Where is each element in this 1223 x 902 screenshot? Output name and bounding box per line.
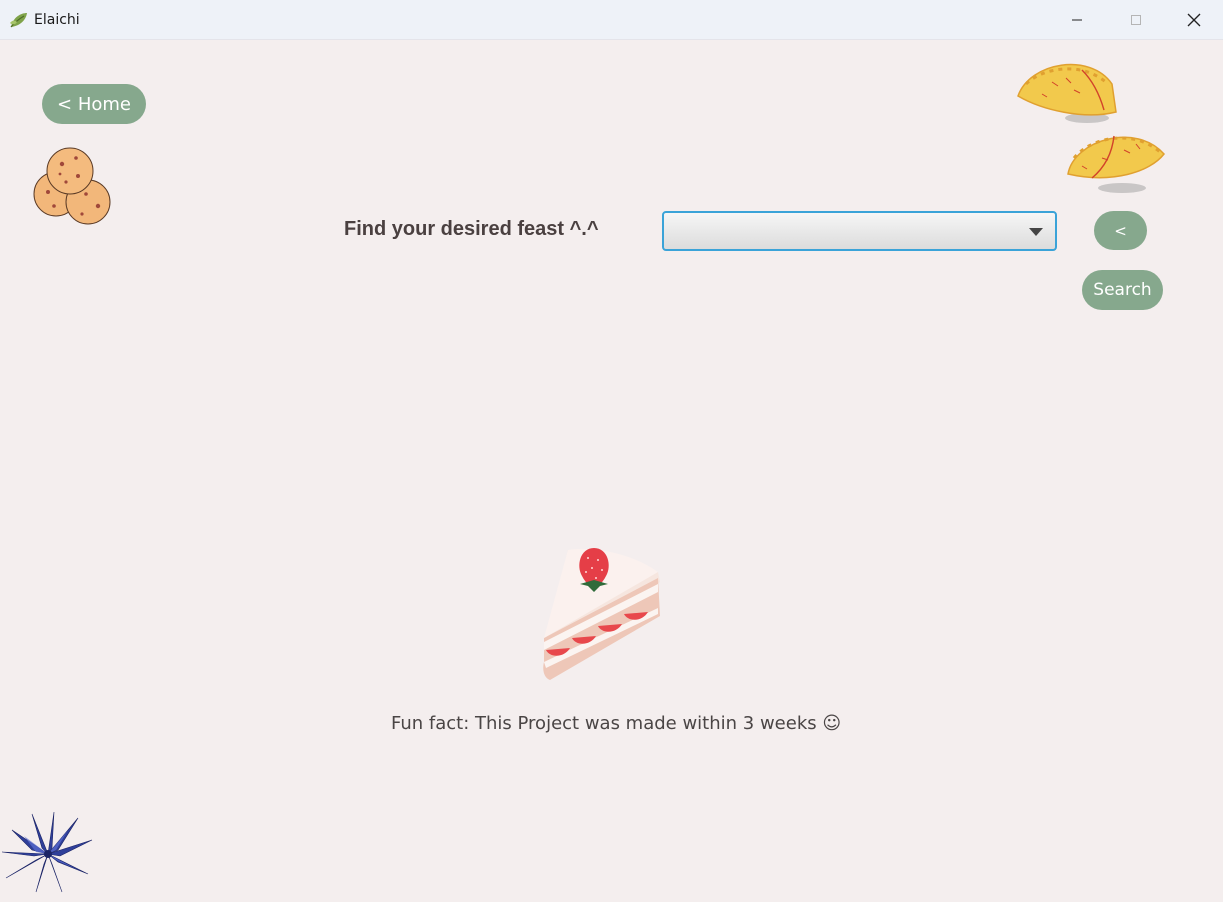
main-content: < Home Find your desired feast ^.^ < Sea…	[0, 40, 1223, 902]
window-title: Elaichi	[34, 12, 80, 28]
close-icon	[1187, 13, 1201, 27]
search-prompt-label: Find your desired feast ^.^	[344, 218, 599, 240]
search-button[interactable]: Search	[1082, 270, 1163, 310]
back-button[interactable]: <	[1094, 211, 1147, 250]
home-button[interactable]: < Home	[42, 84, 146, 124]
close-button[interactable]	[1165, 0, 1223, 40]
strawberry-cake-illustration	[543, 548, 660, 680]
fun-fact-text: Fun fact: This Project was made within 3…	[391, 713, 842, 734]
title-bar: Elaichi	[0, 0, 1223, 40]
cookies-illustration	[33, 147, 111, 225]
blue-plant-illustration	[2, 811, 93, 893]
dish-dropdown[interactable]	[662, 211, 1057, 251]
maximize-icon	[1131, 15, 1141, 25]
leaf-icon	[10, 13, 27, 28]
maximize-button[interactable]	[1107, 0, 1165, 40]
minimize-button[interactable]	[1048, 0, 1106, 40]
empanadas-illustration	[1017, 63, 1165, 193]
minimize-icon	[1072, 19, 1082, 21]
chevron-down-icon	[1029, 228, 1043, 236]
